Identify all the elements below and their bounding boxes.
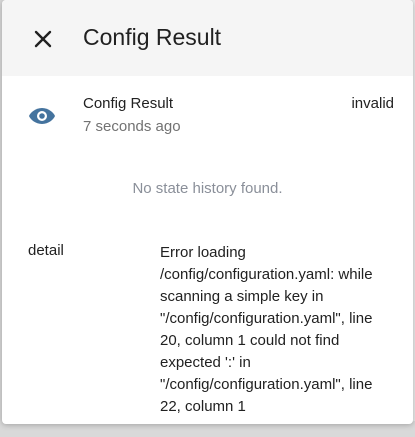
entity-state: invalid — [351, 95, 394, 112]
history-empty-message: No state history found. — [132, 180, 283, 197]
entity-name: Config Result — [83, 95, 174, 112]
attribute-value: Error loading /config/configuration.yaml… — [160, 244, 373, 415]
entity-last-changed: 7 seconds ago — [83, 118, 181, 135]
attribute-key: detail — [28, 242, 64, 259]
more-info-dialog: Config Result Config Result 7 seconds ag… — [2, 0, 413, 424]
entity-row[interactable]: Config Result 7 seconds ago invalid — [2, 90, 413, 140]
close-button[interactable] — [26, 22, 60, 56]
eye-icon — [29, 108, 55, 124]
dialog-title: Config Result — [83, 24, 222, 50]
close-icon — [34, 30, 52, 48]
dialog-header: Config Result — [2, 0, 413, 76]
